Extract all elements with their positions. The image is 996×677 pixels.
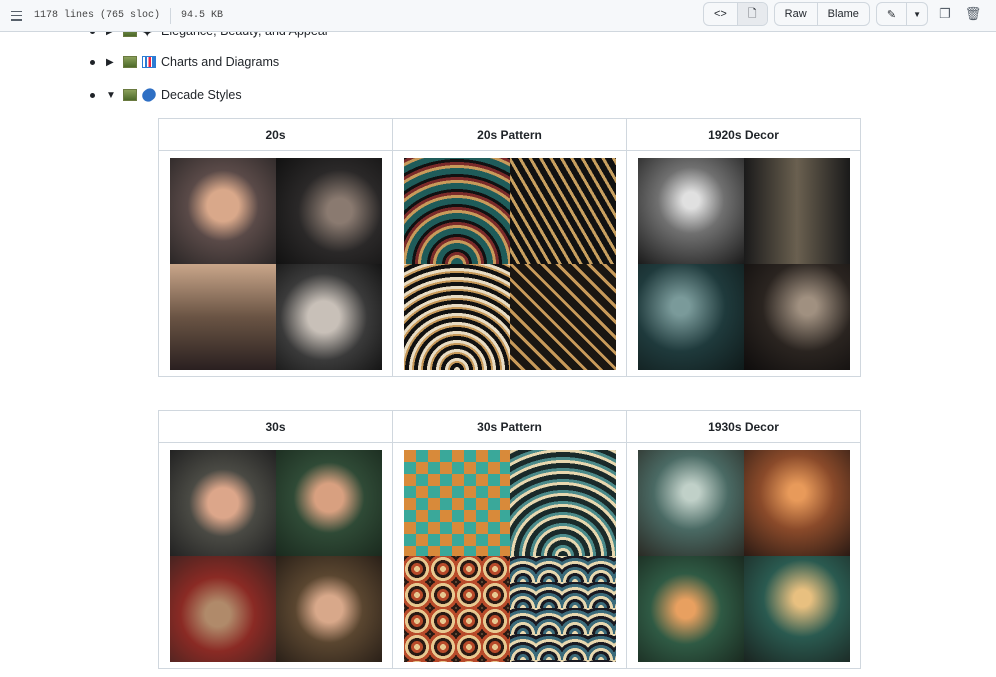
preview-button[interactable]: 🗋 — [737, 3, 767, 25]
delete-button[interactable]: 🗑 — [962, 6, 984, 22]
collapse-icon[interactable]: ▼ — [106, 90, 118, 101]
outline-icon[interactable] — [8, 10, 22, 21]
image-1930s-decor[interactable] — [637, 449, 850, 662]
image-30s[interactable] — [169, 449, 382, 662]
copy-icon: ❐ — [939, 6, 951, 21]
list-item-label: Decade Styles — [161, 88, 242, 102]
column-header: 20s — [158, 118, 393, 151]
blame-button[interactable]: Blame — [818, 3, 869, 25]
edit-button[interactable]: ✎ — [877, 3, 908, 25]
triangle-down-icon: ▼ — [913, 9, 921, 19]
column-header: 30s Pattern — [392, 410, 627, 443]
code-icon: <> — [713, 8, 727, 20]
image-icon — [123, 89, 137, 101]
divider — [170, 7, 172, 24]
file-size: 94.5 KB — [181, 10, 224, 21]
file-icon: 🗋 — [747, 7, 757, 20]
column-header: 1930s Decor — [626, 410, 861, 443]
more-edit-options-button[interactable]: ▼ — [907, 3, 927, 25]
copy-button[interactable]: ❐ — [934, 6, 956, 22]
trash-icon: 🗑 — [964, 6, 982, 21]
film-roll-icon — [139, 85, 159, 105]
image-20s-pattern[interactable] — [403, 157, 616, 370]
decade-table-30s: 30s 30s Pattern 1930s Decor — [158, 410, 861, 669]
column-header: 20s Pattern — [392, 118, 627, 151]
pencil-icon: ✎ — [886, 8, 897, 21]
column-header: 30s — [158, 410, 393, 443]
line-count: 1178 lines (765 sloc) — [34, 10, 161, 21]
image-icon — [123, 56, 137, 68]
list-item-label: Charts and Diagrams — [161, 55, 280, 69]
expand-icon[interactable]: ▶ — [106, 57, 118, 68]
list-item[interactable]: ▼ Decade Styles — [90, 85, 242, 105]
image-20s[interactable] — [169, 157, 382, 370]
file-header: 1178 lines (765 sloc) 94.5 KB <> 🗋 Raw B… — [0, 0, 996, 32]
list-item[interactable]: ▶ Charts and Diagrams — [90, 55, 279, 69]
image-1920s-decor[interactable] — [637, 157, 850, 370]
bar-chart-icon — [142, 56, 156, 68]
image-30s-pattern[interactable] — [403, 449, 616, 662]
column-header: 1920s Decor — [626, 118, 861, 151]
decade-table-20s: 20s 20s Pattern 1920s Decor — [158, 118, 861, 377]
code-view-button[interactable]: <> — [704, 3, 738, 25]
raw-button[interactable]: Raw — [775, 3, 818, 25]
